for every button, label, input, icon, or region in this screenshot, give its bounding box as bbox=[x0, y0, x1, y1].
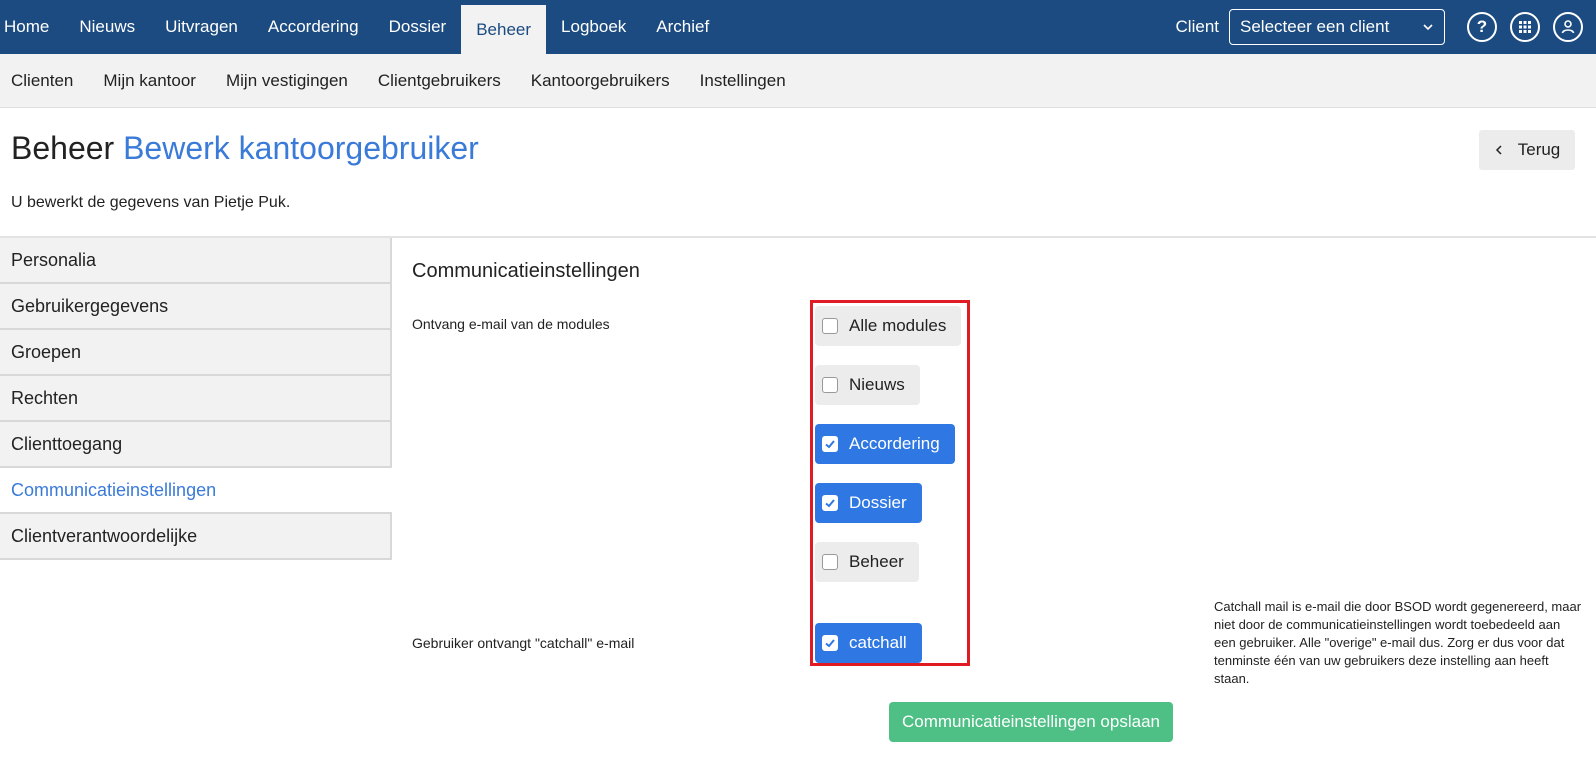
modules-label: Ontvang e-mail van de modules bbox=[412, 316, 610, 332]
apps-grid-icon[interactable] bbox=[1510, 12, 1540, 42]
top-navbar: Home Nieuws Uitvragen Accordering Dossie… bbox=[0, 0, 1596, 54]
highlight-box bbox=[810, 300, 970, 666]
back-button-label: Terug bbox=[1517, 140, 1561, 159]
back-button[interactable]: Terug bbox=[1479, 130, 1575, 170]
page-title-main: Beheer bbox=[11, 130, 115, 166]
catchall-label: Gebruiker ontvangt "catchall" e-mail bbox=[412, 635, 635, 651]
nav-nieuws[interactable]: Nieuws bbox=[64, 0, 150, 54]
section-title: Communicatieinstellingen bbox=[412, 260, 640, 282]
subnav-clientgebruikers[interactable]: Clientgebruikers bbox=[363, 71, 516, 91]
main-nav: Home Nieuws Uitvragen Accordering Dossie… bbox=[0, 0, 724, 54]
client-area: Client Selecteer een client ? bbox=[1176, 0, 1596, 54]
sub-navbar: Clienten Mijn kantoor Mijn vestigingen C… bbox=[0, 54, 1596, 108]
page-title: Beheer Bewerk kantoorgebruiker bbox=[11, 130, 479, 167]
help-icon[interactable]: ? bbox=[1467, 12, 1497, 42]
catchall-help-text: Catchall mail is e-mail die door BSOD wo… bbox=[1214, 599, 1582, 686]
user-icon[interactable] bbox=[1553, 12, 1583, 42]
sidebar-item-communicatieinstellingen[interactable]: Communicatieinstellingen bbox=[0, 468, 392, 514]
subnav-mijn-vestigingen[interactable]: Mijn vestigingen bbox=[211, 71, 363, 91]
chevron-left-icon bbox=[1495, 145, 1502, 155]
sidebar-item-personalia[interactable]: Personalia bbox=[0, 238, 392, 284]
nav-dossier[interactable]: Dossier bbox=[374, 0, 462, 54]
client-select-value: Selecteer een client bbox=[1240, 17, 1390, 36]
nav-accordering[interactable]: Accordering bbox=[253, 0, 374, 54]
nav-logboek[interactable]: Logboek bbox=[546, 0, 641, 54]
intro-text: U bewerkt de gegevens van Pietje Puk. bbox=[11, 194, 291, 211]
nav-archief[interactable]: Archief bbox=[641, 0, 724, 54]
client-select[interactable]: Selecteer een client bbox=[1229, 9, 1445, 45]
sidebar-item-gebruikergegevens[interactable]: Gebruikergegevens bbox=[0, 284, 392, 330]
chevron-down-icon bbox=[1423, 24, 1433, 31]
client-label: Client bbox=[1175, 17, 1219, 36]
subnav-kantoorgebruikers[interactable]: Kantoorgebruikers bbox=[516, 71, 685, 91]
subnav-clienten[interactable]: Clienten bbox=[0, 71, 88, 91]
sidebar-item-rechten[interactable]: Rechten bbox=[0, 376, 392, 422]
page-title-sub: Bewerk kantoorgebruiker bbox=[123, 130, 479, 166]
nav-uitvragen[interactable]: Uitvragen bbox=[150, 0, 253, 54]
save-button[interactable]: Communicatieinstellingen opslaan bbox=[889, 702, 1173, 742]
nav-beheer[interactable]: Beheer bbox=[461, 5, 547, 54]
sidebar: Personalia Gebruikergegevens Groepen Rec… bbox=[0, 238, 392, 560]
subnav-mijn-kantoor[interactable]: Mijn kantoor bbox=[88, 71, 211, 91]
sidebar-item-clientverantwoordelijke[interactable]: Clientverantwoordelijke bbox=[0, 514, 392, 560]
subnav-instellingen[interactable]: Instellingen bbox=[685, 71, 801, 91]
sidebar-item-groepen[interactable]: Groepen bbox=[0, 330, 392, 376]
nav-home[interactable]: Home bbox=[0, 0, 64, 54]
sidebar-item-clienttoegang[interactable]: Clienttoegang bbox=[0, 422, 392, 468]
